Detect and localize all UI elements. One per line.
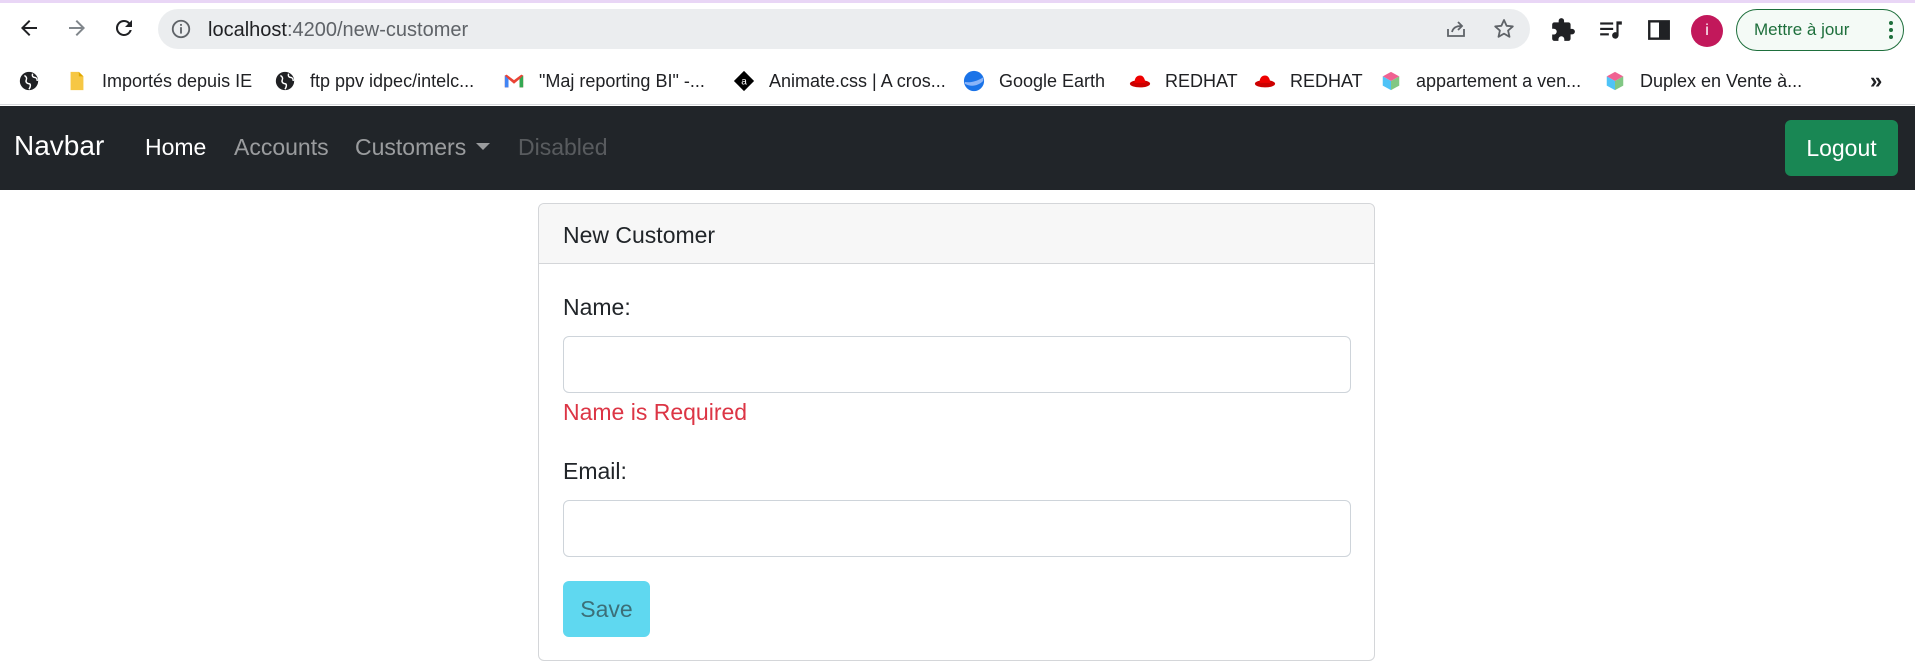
profile-avatar[interactable]: i: [1691, 15, 1723, 47]
app-navbar: Navbar Home Accounts Customers Disabled …: [0, 106, 1915, 190]
logout-button[interactable]: Logout: [1785, 120, 1898, 176]
svg-text:a: a: [741, 77, 747, 88]
extensions-icon[interactable]: [1550, 17, 1576, 43]
navbar-brand[interactable]: Navbar: [14, 130, 104, 162]
earth-icon: [963, 70, 985, 92]
bookmark-item-2[interactable]: ftp ppv idpec/intelc...: [274, 65, 474, 97]
bookmark-item-4[interactable]: a Animate.css | A cros...: [733, 65, 946, 97]
reload-button[interactable]: [106, 10, 142, 46]
new-customer-card: New Customer Name: Name is Required Emai…: [538, 203, 1375, 661]
bookmark-item-5[interactable]: Google Earth: [963, 65, 1105, 97]
caret-down-icon: [476, 143, 491, 151]
name-error-message: Name is Required: [563, 399, 748, 425]
bookmark-star-icon[interactable]: [1492, 17, 1516, 41]
nav-link-home[interactable]: Home: [145, 134, 206, 161]
bookmark-item-1[interactable]: Importés depuis IE: [66, 65, 252, 97]
nav-link-customers-dropdown[interactable]: Customers: [355, 134, 491, 161]
address-url[interactable]: localhost:4200/new-customer: [208, 19, 468, 42]
url-host: localhost: [208, 19, 287, 41]
bookmark-item-8[interactable]: appartement a ven...: [1380, 65, 1581, 97]
name-label: Name:: [563, 294, 631, 320]
cube-icon: [1382, 71, 1400, 91]
bookmark-apps[interactable]: [18, 65, 54, 97]
globe-icon: [275, 71, 295, 91]
bookmarks-bar: Importés depuis IE ftp ppv idpec/intelc.…: [0, 58, 1915, 105]
bookmark-item-6[interactable]: REDHAT: [1129, 65, 1238, 97]
media-queue-icon[interactable]: [1598, 17, 1624, 43]
side-panel-icon[interactable]: [1646, 17, 1672, 43]
update-label: Mettre à jour: [1754, 20, 1850, 39]
bookmark-label: "Maj reporting BI" -...: [539, 70, 705, 91]
folder-icon: [70, 71, 84, 91]
browser-toolbar: localhost:4200/new-customer i Mettre à j…: [0, 3, 1915, 55]
bookmark-item-7[interactable]: REDHAT: [1254, 65, 1363, 97]
save-button[interactable]: Save: [563, 581, 650, 637]
name-input[interactable]: [563, 336, 1351, 393]
bookmark-label: Importés depuis IE: [102, 70, 253, 91]
address-bar[interactable]: localhost:4200/new-customer: [158, 9, 1530, 49]
arrow-right-icon: [69, 20, 85, 36]
bookmark-item-9[interactable]: Duplex en Vente à...: [1604, 65, 1802, 97]
animate-icon: a: [733, 70, 755, 92]
customers-label: Customers: [355, 134, 467, 160]
bookmark-label: REDHAT: [1165, 70, 1238, 91]
email-label: Email:: [563, 458, 627, 484]
url-path: :4200/new-customer: [286, 19, 469, 41]
bookmark-label: Google Earth: [999, 70, 1106, 91]
bookmark-label: Duplex en Vente à...: [1640, 70, 1803, 91]
bookmark-label: Animate.css | A cros...: [769, 70, 946, 91]
more-bookmarks-button[interactable]: »: [1870, 68, 1882, 94]
info-icon[interactable]: [170, 18, 192, 40]
nav-link-accounts[interactable]: Accounts: [234, 134, 329, 161]
nav-link-disabled: Disabled: [518, 134, 608, 160]
redhat-icon: [1129, 75, 1151, 88]
bookmark-label: REDHAT: [1290, 70, 1363, 91]
more-menu-icon: [1889, 21, 1893, 39]
bookmark-label: ftp ppv idpec/intelc...: [310, 70, 475, 91]
cube-icon: [1606, 71, 1624, 91]
reload-icon: [115, 19, 132, 36]
gmail-icon: [504, 74, 524, 88]
redhat-icon: [1254, 75, 1276, 88]
card-title: New Customer: [539, 204, 1374, 264]
forward-button[interactable]: [59, 10, 95, 46]
update-browser-button[interactable]: Mettre à jour: [1736, 9, 1904, 51]
bookmark-label: appartement a ven...: [1416, 70, 1582, 91]
globe-icon: [19, 71, 39, 91]
share-icon[interactable]: [1444, 17, 1468, 41]
email-input[interactable]: [563, 500, 1351, 557]
back-button[interactable]: [11, 10, 47, 46]
bookmark-item-3[interactable]: "Maj reporting BI" -...: [503, 65, 705, 97]
arrow-left-icon: [21, 20, 37, 36]
